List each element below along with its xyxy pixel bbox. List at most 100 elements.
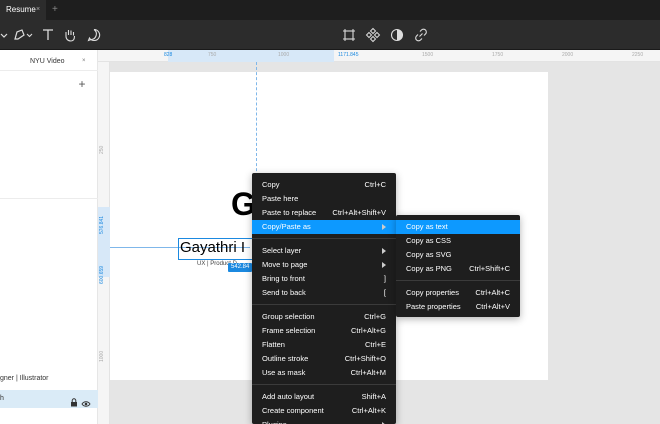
menu-item-flatten[interactable]: Flatten Ctrl+E	[252, 338, 396, 352]
menu-item-select-layer[interactable]: Select layer	[252, 244, 396, 258]
menu-item-create-component[interactable]: Create component Ctrl+Alt+K	[252, 404, 396, 418]
ruler-label: 2000	[562, 52, 574, 58]
menu-item-label: Copy as text	[406, 222, 448, 231]
menu-item-shortcut: Ctrl+Shift+O	[344, 354, 386, 363]
tab-close-icon[interactable]: ×	[36, 0, 40, 20]
ruler-label: 1000	[278, 52, 290, 58]
ruler-label: 1500	[422, 52, 434, 58]
menu-item-shortcut: Ctrl+Alt+V	[475, 302, 510, 311]
menu-separator	[252, 304, 396, 305]
dimension-badge: 542.84	[228, 263, 253, 272]
pen-tool-icon[interactable]	[12, 27, 33, 43]
new-tab-icon[interactable]: +	[52, 0, 58, 20]
menu-item-shortcut: Ctrl+Alt+M	[350, 368, 386, 377]
menu-item-shortcut: Ctrl+G	[364, 312, 386, 321]
close-file-icon[interactable]: ×	[82, 58, 86, 64]
chevron-right-icon	[382, 262, 386, 268]
menu-item-move-to-page[interactable]: Move to page	[252, 258, 396, 272]
menu-item-label: Add auto layout	[262, 392, 315, 401]
menu-item-label: Copy	[262, 180, 280, 189]
menu-item-paste-properties[interactable]: Paste properties Ctrl+Alt+V	[396, 300, 520, 314]
menu-separator	[252, 238, 396, 239]
menu-item-copy-as-svg[interactable]: Copy as SVG	[396, 248, 520, 262]
text-tool-icon[interactable]	[40, 27, 56, 43]
menu-item-shortcut: [	[383, 288, 386, 297]
menu-item-label: Copy/Paste as	[262, 222, 311, 231]
menu-item-label: Select layer	[262, 246, 302, 255]
menu-item-copy-as-png[interactable]: Copy as PNG Ctrl+Shift+C	[396, 262, 520, 276]
lock-icon[interactable]	[70, 394, 78, 412]
ruler-horizontal: 828 750 1000 1171.845 1500 1750 2000 225…	[98, 50, 660, 62]
menu-item-label: Copy properties	[406, 288, 459, 297]
menu-item-shortcut: Ctrl+Alt+K	[351, 406, 386, 415]
menu-item-label: Copy as PNG	[406, 264, 452, 273]
context-menu: Copy Ctrl+C Paste here Paste to replace Ctrl…	[252, 173, 396, 424]
file-name[interactable]: NYU Video	[30, 58, 65, 65]
menu-item-label: Paste here	[262, 194, 299, 203]
menu-item-frame-selection[interactable]: Frame selection Ctrl+Alt+G	[252, 324, 396, 338]
menu-separator	[252, 384, 396, 385]
menu-item-label: Paste properties	[406, 302, 461, 311]
menu-item-shortcut: Ctrl+E	[364, 340, 386, 349]
layer-item-label: h	[0, 395, 4, 402]
menu-item-copy-as-text[interactable]: Copy as text	[396, 220, 520, 234]
selection-box[interactable]	[178, 238, 254, 260]
ruler-label: 576.841	[99, 215, 105, 234]
menu-item-label: Paste to replace	[262, 208, 317, 217]
menu-item-label: Move to page	[262, 260, 308, 269]
menu-item-use-as-mask[interactable]: Use as mask Ctrl+Alt+M	[252, 366, 396, 380]
menu-item-copy-paste-as[interactable]: Copy/Paste as	[252, 220, 396, 234]
menu-separator	[396, 280, 520, 281]
ruler-vertical: 250 576.841 600.659 1000	[98, 62, 110, 424]
menu-item-label: Use as mask	[262, 368, 306, 377]
menu-item-shortcut: Ctrl+Alt+G	[350, 326, 386, 335]
ruler-label: 1171.845	[338, 52, 359, 58]
chevron-right-icon	[382, 248, 386, 254]
menu-item-label: Bring to front	[262, 274, 305, 283]
menu-item-bring-to-front[interactable]: Bring to front]	[252, 272, 396, 286]
menu-item-shortcut: Ctrl+Alt+C	[475, 288, 510, 297]
eye-icon[interactable]	[81, 395, 91, 413]
menu-item-label: Copy as SVG	[406, 250, 452, 259]
ruler-selection-range	[168, 50, 334, 62]
comment-tool-icon[interactable]	[86, 27, 102, 43]
ruler-label: 750	[208, 52, 217, 58]
tab-bar: Resume × +	[0, 0, 660, 20]
menu-item-send-to-back[interactable]: Send to back [	[252, 286, 396, 300]
figma-app: Resume × + NYU Video × + gner | Illustra…	[0, 0, 660, 424]
link-icon[interactable]	[413, 27, 429, 43]
ruler-label: 250	[99, 145, 105, 154]
menu-item-outline-stroke[interactable]: Outline stroke Ctrl+Shift+O	[252, 352, 396, 366]
menu-item-copy-as-css[interactable]: Copy as CSS	[396, 234, 520, 248]
menu-item-label: Group selection	[262, 312, 315, 321]
menu-item-shortcut: Ctrl+C	[364, 180, 386, 189]
copy-paste-as-submenu: Copy as text Copy as CSS Copy as SVG Copy a…	[396, 215, 520, 317]
ruler-label: 2250	[632, 52, 644, 58]
menu-item-paste-here[interactable]: Paste here	[252, 192, 396, 206]
menu-item-label: Send to back	[262, 288, 306, 297]
layer-item-selected[interactable]: h	[0, 390, 98, 408]
panel-divider	[0, 70, 98, 71]
contrast-icon[interactable]	[389, 27, 405, 43]
ruler-label: 1000	[99, 350, 105, 362]
menu-item-label: Outline stroke	[262, 354, 309, 363]
hand-tool-icon[interactable]	[62, 27, 78, 43]
component-icon[interactable]	[365, 27, 381, 43]
menu-item-label: Frame selection	[262, 326, 316, 335]
menu-item-copy[interactable]: Copy Ctrl+C	[252, 178, 396, 192]
menu-item-copy-properties[interactable]: Copy properties Ctrl+Alt+C	[396, 286, 520, 300]
menu-item-plugins[interactable]: Plugins	[252, 418, 396, 424]
chevron-right-icon	[382, 224, 386, 230]
menu-item-shortcut: Ctrl+Alt+Shift+V	[332, 208, 386, 217]
menu-item-label: Plugins	[262, 418, 287, 424]
menu-item-paste-to-replace[interactable]: Paste to replace Ctrl+Alt+Shift+V	[252, 206, 396, 220]
ruler-label: 600.659	[99, 265, 105, 284]
component-frame-icon[interactable]	[341, 27, 357, 43]
menu-item-group-selection[interactable]: Group selection Ctrl+G	[252, 310, 396, 324]
ruler-label: 828	[164, 52, 173, 58]
add-page-icon[interactable]: +	[76, 78, 88, 90]
layer-item-text[interactable]: gner | Illustrator	[0, 375, 49, 382]
menu-item-add-auto-layout[interactable]: Add auto layout Shift+A	[252, 390, 396, 404]
menu-item-label: Copy as CSS	[406, 236, 452, 245]
menu-item-label: Create component	[262, 406, 324, 415]
